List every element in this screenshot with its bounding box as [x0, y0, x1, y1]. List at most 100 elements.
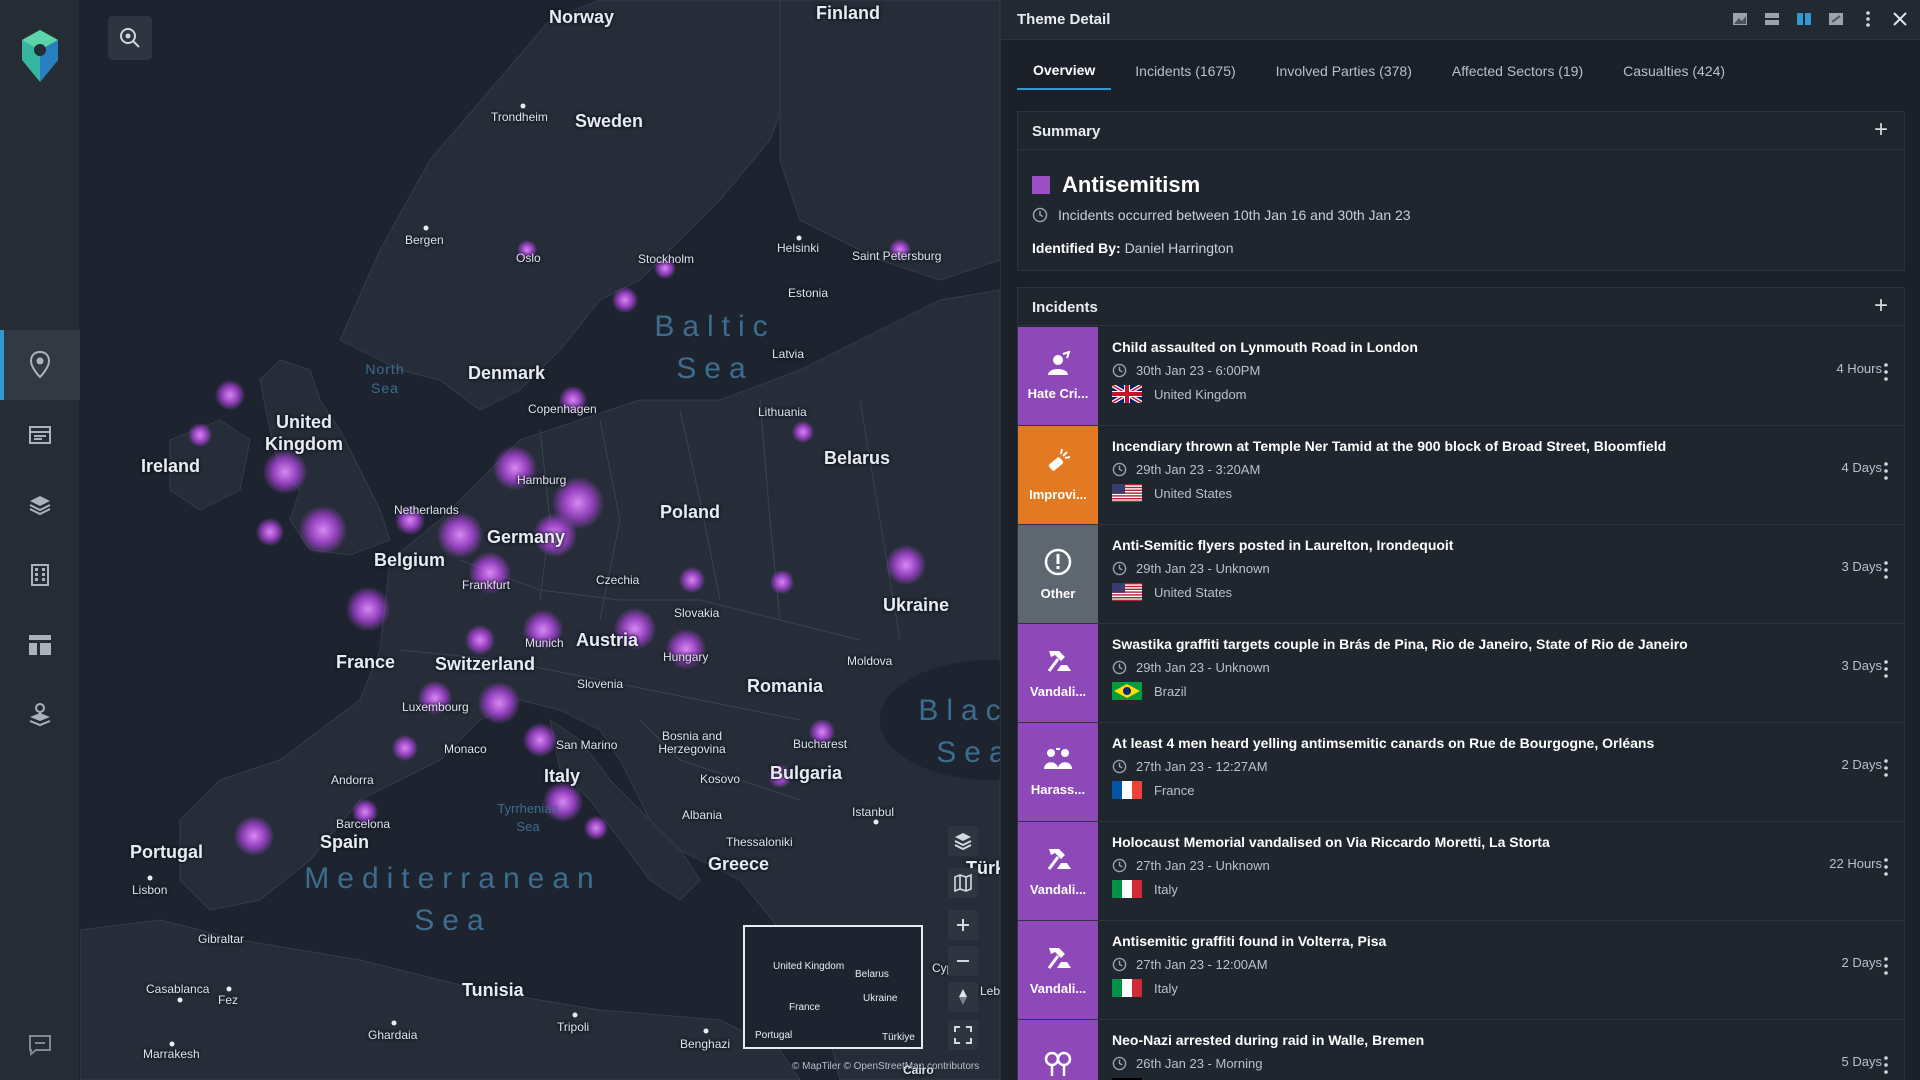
incident-title[interactable]: Child assaulted on Lynmouth Road in Lond… [1112, 339, 1418, 355]
rail-item-buildings[interactable] [0, 540, 80, 610]
incident-more-button[interactable] [1884, 759, 1896, 779]
zoom-search-icon [120, 28, 140, 48]
incident-row[interactable]: Hate Cri... Child assaulted on Lynmouth R… [1018, 327, 1904, 426]
incident-more-button[interactable] [1884, 660, 1896, 680]
hotspot[interactable] [256, 518, 284, 546]
incident-row[interactable]: Neo-Nazi arrested during raid in Walle, … [1018, 1020, 1904, 1080]
layout-expand-button[interactable] [1825, 8, 1847, 30]
rail-item-dashboard[interactable] [0, 610, 80, 680]
incident-row[interactable]: Harass... At least 4 men heard yelling an… [1018, 723, 1904, 822]
summary-expand-button[interactable]: + [1868, 118, 1894, 144]
incident-title[interactable]: At least 4 men heard yelling antimsemiti… [1112, 735, 1654, 751]
rail-item-map[interactable] [0, 330, 80, 400]
hotspot[interactable] [188, 423, 212, 447]
fullscreen-icon [954, 1026, 972, 1044]
incident-time: 29th Jan 23 - Unknown [1136, 660, 1270, 675]
incident-category-badge[interactable]: Improvi... [1018, 426, 1098, 524]
map-attribution[interactable]: © MapTiler © OpenStreetMap contributors [792, 1061, 979, 1072]
map-label-city: Casablanca [146, 982, 210, 996]
location-stack-icon [29, 703, 51, 727]
hotspot[interactable] [263, 450, 307, 494]
tab-involved-parties[interactable]: Involved Parties (378) [1260, 52, 1428, 90]
incident-category-badge[interactable]: Vandali... [1018, 822, 1098, 920]
hotspot[interactable] [478, 682, 520, 724]
incident-row[interactable]: Vandali... Swastika graffiti targets coup… [1018, 624, 1904, 723]
improvised-device-icon [1043, 448, 1073, 481]
incident-time: 30th Jan 23 - 6:00PM [1136, 363, 1261, 378]
incident-category-badge[interactable]: Other [1018, 525, 1098, 623]
map-search-button[interactable] [108, 16, 152, 60]
tab-casualties[interactable]: Casualties (424) [1607, 52, 1741, 90]
incident-title[interactable]: Incendiary thrown at Temple Ner Tamid at… [1112, 438, 1666, 454]
hotspot[interactable] [886, 545, 926, 585]
clock-icon [1112, 957, 1127, 972]
incident-more-button[interactable] [1884, 561, 1896, 581]
incident-row[interactable]: Improvi... Incendiary thrown at Temple Ne… [1018, 426, 1904, 525]
close-panel-button[interactable] [1889, 8, 1911, 30]
overview-minimap[interactable]: United Kingdom Belarus Ukraine France Po… [743, 925, 923, 1049]
rail-item-feedback[interactable] [0, 1010, 80, 1080]
map-label-country: Monaco [444, 742, 487, 756]
rail-item-assets[interactable] [0, 680, 80, 750]
incident-country: United Kingdom [1154, 386, 1247, 402]
more-options-button[interactable] [1857, 8, 1879, 30]
incident-more-button[interactable] [1884, 363, 1896, 383]
tab-incidents[interactable]: Incidents (1675) [1119, 52, 1251, 90]
incident-title[interactable]: Swastika graffiti targets couple in Brás… [1112, 636, 1688, 652]
hotspot[interactable] [234, 816, 274, 856]
map-style-button[interactable] [948, 868, 978, 898]
incident-title[interactable]: Neo-Nazi arrested during raid in Walle, … [1112, 1032, 1424, 1048]
incident-more-button[interactable] [1884, 858, 1896, 878]
plus-icon [957, 919, 969, 931]
tab-overview[interactable]: Overview [1017, 52, 1112, 90]
zoom-out-button[interactable] [948, 946, 978, 976]
flag-it-icon [1112, 880, 1142, 898]
incident-category-badge[interactable]: Vandali... [1018, 624, 1098, 722]
rail-item-layers[interactable] [0, 470, 80, 540]
incident-category-badge[interactable]: Hate Cri... [1018, 327, 1098, 425]
incident-age: 22 Hours [1829, 856, 1882, 871]
hotspot[interactable] [392, 735, 418, 761]
fullscreen-button[interactable] [948, 1020, 978, 1050]
hotspot[interactable] [215, 380, 245, 410]
hotspot[interactable] [679, 567, 705, 593]
incident-title[interactable]: Antisemitic graffiti found in Volterra, … [1112, 933, 1386, 949]
incident-more-button[interactable] [1884, 462, 1896, 482]
incident-map[interactable]: Norway Finland Sweden Estonia Latvia Lit… [80, 0, 1000, 1080]
layout-stacked-button[interactable] [1761, 8, 1783, 30]
incident-category-badge[interactable]: Vandali... [1018, 921, 1098, 1019]
app-logo-icon[interactable] [18, 28, 62, 84]
zoom-in-button[interactable] [948, 910, 978, 940]
hotspot[interactable] [465, 625, 495, 655]
hotspot[interactable] [584, 816, 608, 840]
hotspot[interactable] [770, 570, 794, 594]
kebab-menu-icon [1884, 1056, 1888, 1074]
incident-category-label: Vandali... [1029, 981, 1087, 996]
incidents-expand-button[interactable]: + [1868, 294, 1894, 320]
hotspot[interactable] [792, 421, 814, 443]
layout-map-only-button[interactable] [1729, 8, 1751, 30]
incident-row[interactable]: Vandali... Antisemitic graffiti found in … [1018, 921, 1904, 1020]
rail-item-feed[interactable] [0, 400, 80, 470]
dashboard-icon [29, 635, 51, 655]
hotspot[interactable] [523, 723, 557, 757]
incident-more-button[interactable] [1884, 957, 1896, 977]
identified-by-name[interactable]: Daniel Harrington [1125, 240, 1234, 256]
hotspot[interactable] [299, 506, 347, 554]
incident-row[interactable]: Other Anti-Semitic flyers posted in Laure… [1018, 525, 1904, 624]
hotspot[interactable] [612, 287, 638, 313]
incident-list: Hate Cri... Child assaulted on Lynmouth R… [1018, 327, 1904, 1080]
hotspot[interactable] [346, 587, 390, 631]
incident-title[interactable]: Anti-Semitic flyers posted in Laurelton,… [1112, 537, 1453, 553]
incident-category-badge[interactable]: Harass... [1018, 723, 1098, 821]
layout-split-button[interactable] [1793, 8, 1815, 30]
tab-affected-sectors[interactable]: Affected Sectors (19) [1436, 52, 1599, 90]
compass-button[interactable] [948, 982, 978, 1012]
incident-country: Italy [1154, 881, 1178, 897]
incident-country: United States [1154, 485, 1233, 501]
incident-more-button[interactable] [1884, 1056, 1896, 1076]
incident-category-badge[interactable] [1018, 1020, 1098, 1080]
map-layers-button[interactable] [948, 826, 978, 856]
incident-title[interactable]: Holocaust Memorial vandalised on Via Ric… [1112, 834, 1550, 850]
incident-row[interactable]: Vandali... Holocaust Memorial vandalised … [1018, 822, 1904, 921]
